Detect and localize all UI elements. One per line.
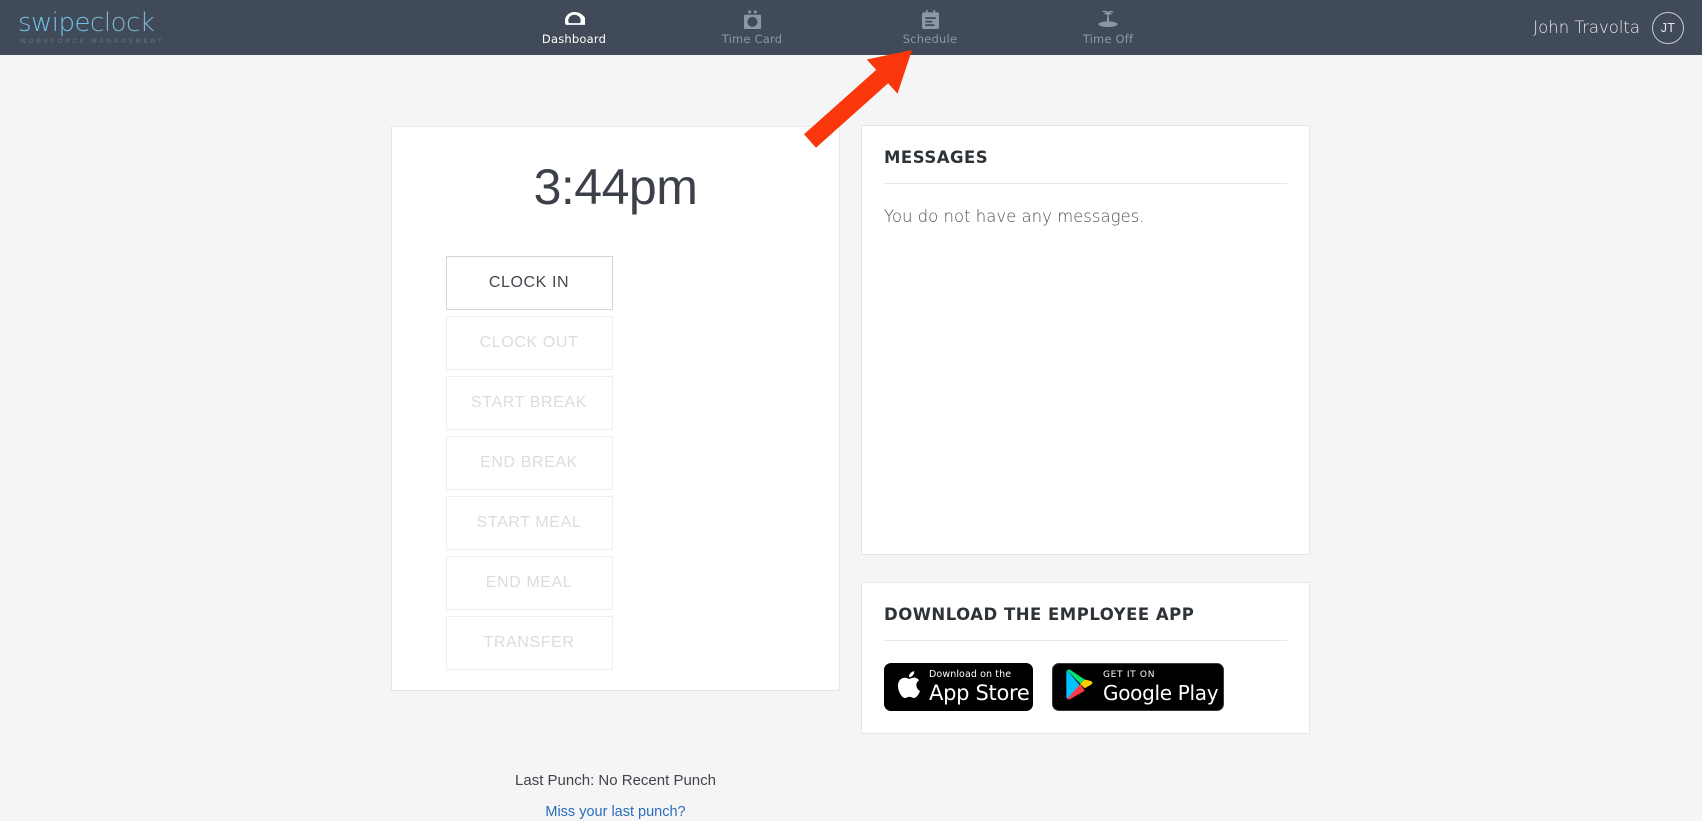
punch-clock-icon bbox=[743, 9, 761, 29]
end-meal-button: END MEAL bbox=[445, 556, 613, 610]
end-break-button: END BREAK bbox=[445, 436, 613, 490]
nav-item-time-card[interactable]: Time Card bbox=[663, 0, 841, 55]
nav-item-label: Dashboard bbox=[541, 32, 607, 46]
avatar[interactable]: JT bbox=[1652, 11, 1684, 44]
brand-logo[interactable]: swipeclock WORKFORCE MANAGEMENT bbox=[0, 0, 230, 55]
user-name: John Travolta bbox=[1533, 18, 1640, 37]
messages-panel-title: MESSAGES bbox=[884, 148, 989, 167]
google-play-badge[interactable]: GET IT ON Google Play bbox=[1052, 663, 1224, 711]
calendar-icon bbox=[921, 9, 939, 29]
miss-punch-row: Miss your last punch? bbox=[392, 803, 839, 821]
nav-item-dashboard[interactable]: Dashboard bbox=[485, 0, 663, 55]
start-break-button: START BREAK bbox=[445, 376, 613, 430]
nav-item-time-off[interactable]: Time Off bbox=[1019, 0, 1197, 55]
current-time: 3:44pm bbox=[533, 159, 698, 215]
main-content: 3:44pm CLOCK IN CLOCK OUT START BREAK EN… bbox=[0, 55, 1702, 820]
nav-item-label: Schedule bbox=[902, 32, 958, 46]
messages-panel: MESSAGES You do not have any messages. bbox=[861, 125, 1310, 555]
grid-spacer bbox=[446, 676, 613, 730]
brand-logo-tagline: WORKFORCE MANAGEMENT bbox=[20, 38, 165, 45]
google-play-badge-text: GET IT ON Google Play bbox=[1103, 670, 1219, 705]
download-app-panel: DOWNLOAD THE EMPLOYEE APP Download on th… bbox=[861, 582, 1310, 734]
clock-panel: 3:44pm CLOCK IN CLOCK OUT START BREAK EN… bbox=[391, 126, 840, 820]
clock-out-button: CLOCK OUT bbox=[445, 316, 613, 370]
start-meal-button: START MEAL bbox=[445, 496, 613, 550]
divider bbox=[884, 183, 1287, 184]
store-badge-row: Download on the App Store GET IT ON Goog… bbox=[884, 663, 1309, 711]
last-punch-status: Last Punch: No Recent Punch bbox=[515, 772, 716, 789]
google-play-badge-title: Google Play bbox=[1103, 681, 1219, 705]
palm-tree-icon bbox=[1097, 9, 1119, 29]
punch-button-grid: CLOCK IN CLOCK OUT START BREAK END BREAK… bbox=[445, 256, 786, 736]
user-menu[interactable]: John Travolta JT bbox=[1452, 0, 1702, 55]
clock-in-button[interactable]: CLOCK IN bbox=[445, 256, 613, 310]
nav-item-label: Time Off bbox=[1082, 32, 1134, 46]
app-store-badge-title: App Store bbox=[929, 680, 1030, 705]
nav-item-schedule[interactable]: Schedule bbox=[841, 0, 1019, 55]
app-store-badge-subtitle: Download on the bbox=[929, 669, 1012, 681]
apple-logo-icon bbox=[895, 669, 921, 705]
miss-last-punch-link[interactable]: Miss your last punch? bbox=[545, 804, 685, 820]
divider bbox=[884, 640, 1287, 641]
speedometer-icon bbox=[564, 9, 585, 29]
download-panel-title: DOWNLOAD THE EMPLOYEE APP bbox=[884, 605, 1195, 624]
brand-logo-part-clock: clock bbox=[90, 8, 155, 38]
app-store-badge-text: Download on the App Store bbox=[929, 670, 1030, 704]
messages-empty-state: You do not have any messages. bbox=[884, 207, 1145, 226]
app-store-badge[interactable]: Download on the App Store bbox=[884, 663, 1033, 711]
google-play-logo-icon bbox=[1065, 669, 1094, 705]
primary-nav: Dashboard Time Card Schedule Time Off bbox=[230, 0, 1452, 55]
top-navigation-bar: swipeclock WORKFORCE MANAGEMENT Dashboar… bbox=[0, 0, 1702, 55]
transfer-button: TRANSFER bbox=[445, 616, 613, 670]
nav-item-label: Time Card bbox=[721, 32, 783, 46]
brand-logo-wordmark: swipeclock bbox=[18, 10, 230, 36]
brand-logo-part-swipe: swipe bbox=[18, 8, 91, 38]
google-play-badge-subtitle: GET IT ON bbox=[1103, 670, 1156, 680]
